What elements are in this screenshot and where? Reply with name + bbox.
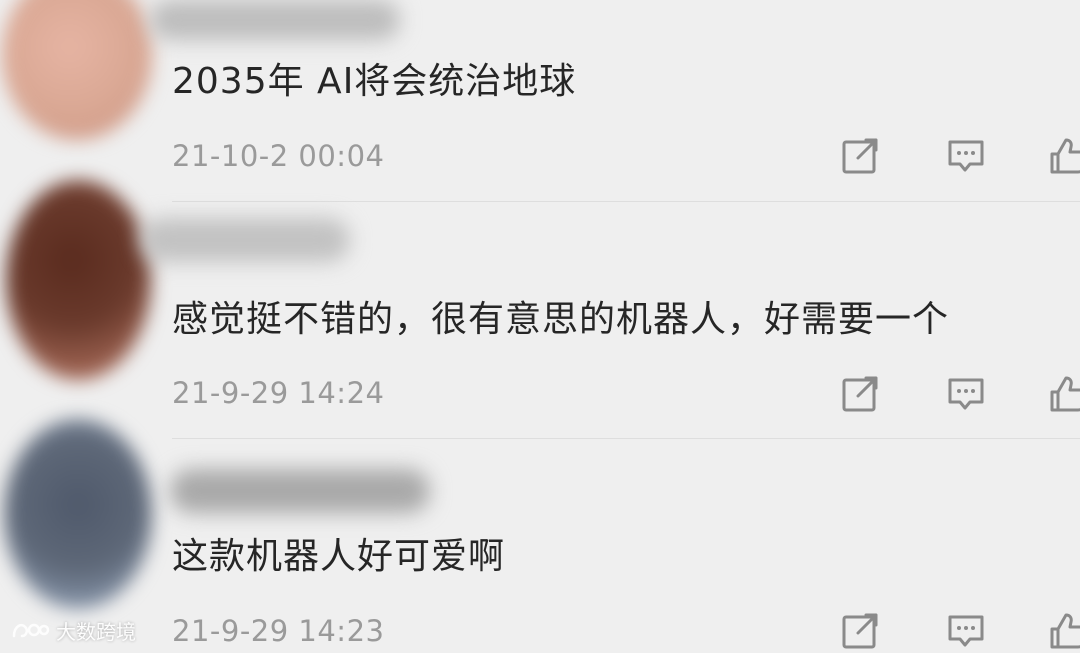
avatar[interactable] bbox=[6, 180, 151, 380]
comment-text: 感觉挺不错的，很有意思的机器人，好需要一个 bbox=[172, 299, 950, 340]
watermark-text: 大数跨境 bbox=[56, 619, 136, 644]
comment-item: 2035年 AI将会统治地球 21-10-2 00:04 bbox=[0, 0, 1080, 200]
avatar[interactable] bbox=[4, 419, 152, 609]
comment-timestamp: 21-9-29 14:23 bbox=[172, 614, 385, 648]
share-icon[interactable] bbox=[838, 609, 882, 653]
comment-item: 这款机器人好可爱啊 21-9-29 14:23 bbox=[0, 419, 1080, 653]
comment-actions bbox=[838, 372, 1080, 416]
username-redacted[interactable] bbox=[140, 218, 350, 262]
watermark: 大数跨境 bbox=[10, 614, 136, 646]
share-icon[interactable] bbox=[838, 372, 882, 416]
reply-icon[interactable] bbox=[944, 609, 988, 653]
comment-text: 这款机器人好可爱啊 bbox=[172, 536, 506, 577]
comment-timestamp: 21-9-29 14:24 bbox=[172, 376, 385, 410]
watermark-logo-icon bbox=[10, 618, 50, 642]
comment-actions bbox=[838, 134, 1080, 178]
reply-icon[interactable] bbox=[944, 372, 988, 416]
comment-actions bbox=[838, 609, 1080, 653]
comment-text: 2035年 AI将会统治地球 bbox=[172, 61, 577, 102]
like-icon[interactable] bbox=[1046, 372, 1080, 416]
share-icon[interactable] bbox=[838, 134, 882, 178]
reply-icon[interactable] bbox=[944, 134, 988, 178]
like-icon[interactable] bbox=[1046, 134, 1080, 178]
comment-timestamp: 21-10-2 00:04 bbox=[172, 139, 385, 173]
like-icon[interactable] bbox=[1046, 609, 1080, 653]
username-redacted[interactable] bbox=[150, 0, 400, 40]
comment-item: 感觉挺不错的，很有意思的机器人，好需要一个 21-9-29 14:24 bbox=[0, 180, 1080, 438]
avatar[interactable] bbox=[2, 0, 152, 140]
comment-feed: 2035年 AI将会统治地球 21-10-2 00:04 感觉挺不错的，很有意思… bbox=[0, 0, 1080, 650]
username-redacted[interactable] bbox=[170, 469, 430, 513]
